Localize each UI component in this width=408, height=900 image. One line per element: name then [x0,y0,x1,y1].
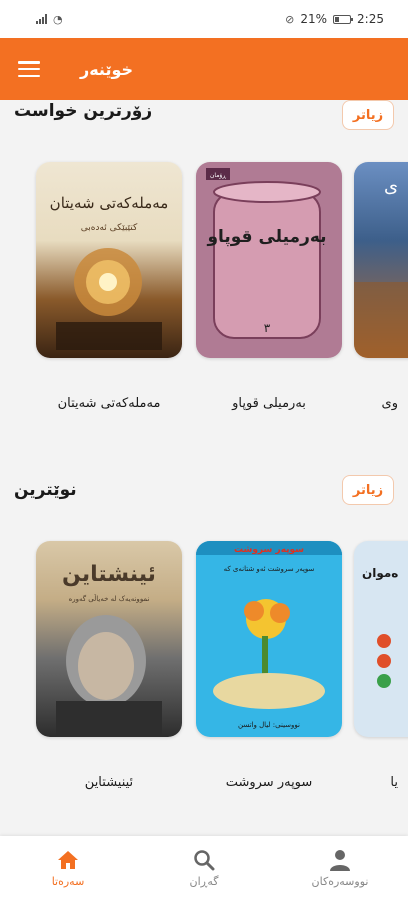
status-right: ⊘ 21% 2:25 [285,12,384,26]
book-card[interactable]: سوپەر سروشت سوپەر سروشت ئەو شتانەی کە نو… [196,541,342,737]
nav-label: سەرەتا [51,874,85,888]
cover-title: ی [384,176,398,197]
more-button[interactable]: زیاتر [342,475,394,505]
book-card[interactable]: ی [354,162,408,358]
book-cover[interactable]: ی [354,162,408,358]
cover-title: بەرمیلی قوپاو [206,227,326,247]
signal-icon [36,14,47,24]
cover-art: ئینشتاین نموونەیەک لە خەیاڵی گەورە [56,562,162,737]
cover-title: ەموان [362,566,398,581]
book-title[interactable]: ئینیشتاین [34,775,184,790]
book-title[interactable]: وی [318,396,398,411]
status-left: ◔ [36,13,63,26]
search-icon [194,849,215,870]
book-title[interactable]: مەملەکەتی شەیتان [34,396,184,411]
nav-item-home[interactable]: سەرەتا [8,849,128,888]
book-card[interactable]: ڕۆمان بەرمیلی قوپاو ٣ [196,162,342,358]
book-cover[interactable]: ئینشتاین نموونەیەک لە خەیاڵی گەورە [36,541,182,737]
clock: 2:25 [357,12,384,26]
book-cover[interactable]: ەموان [354,541,408,737]
cover-art: ڕۆمان بەرمیلی قوپاو ٣ [206,168,327,339]
nav-label: نووسەرەکان [311,874,369,888]
mute-icon: ⊘ [285,12,295,26]
book-title[interactable]: یا [318,775,398,790]
more-button[interactable]: زیاتر [342,100,394,130]
cover-art: ی [354,176,408,358]
section-header-newest: نوێترین زیاتر [0,474,408,510]
book-cover[interactable]: مەملەکەتی شەیتان کتێبێکی ئەدەبی [36,162,182,358]
cover-subtitle: نموونەیەک لە خەیاڵی گەورە [69,594,150,603]
wifi-icon: ◔ [53,12,63,26]
cover-title: سوپەر سروشت [234,545,304,555]
main-content[interactable]: زۆرترین خواست زیاتر مەملەکەتی شەیتان کتێ… [0,100,408,835]
cover-art: ەموان [362,566,398,688]
cover-author: نووسینی: لیال واتسن [238,721,300,729]
bottom-navigation: سەرەتا گەڕان نووسەرەکان [0,836,408,900]
hamburger-menu-icon[interactable] [18,61,40,77]
book-card[interactable]: مەملەکەتی شەیتان کتێبێکی ئەدەبی [36,162,182,358]
cover-badge: ڕۆمان [210,172,226,179]
section-title: نوێترین [14,480,77,500]
book-row-most-requested: مەملەکەتی شەیتان کتێبێکی ئەدەبی ڕۆمان بە… [0,162,408,411]
battery-icon [333,14,354,24]
section-title: زۆرترین خواست [14,101,153,121]
book-row-newest: ئینشتاین نموونەیەک لە خەیاڵی گەورە سوپەر… [0,541,408,790]
book-cover[interactable]: ڕۆمان بەرمیلی قوپاو ٣ [196,162,342,358]
cover-title: مەملەکەتی شەیتان [50,194,169,212]
home-icon [58,850,78,869]
cover-number: ٣ [264,321,271,335]
app-bar: خوێنەر [0,38,408,100]
battery-percent: 21% [300,12,328,26]
cover-subtitle: سوپەر سروشت ئەو شتانەی کە [224,565,315,573]
nav-item-search[interactable]: گەڕان [144,849,264,888]
app-title: خوێنەر [80,59,134,79]
nav-label: گەڕان [189,874,219,888]
cover-art: سوپەر سروشت سوپەر سروشت ئەو شتانەی کە نو… [196,541,342,729]
book-card[interactable]: ەموان [354,541,408,737]
person-icon [330,849,350,871]
nav-item-authors[interactable]: نووسەرەکان [280,849,400,888]
cover-author: کتێبێکی ئەدەبی [81,223,138,233]
status-bar: ◔ ⊘ 21% 2:25 [0,0,408,38]
section-header-most-requested: زۆرترین خواست زیاتر [0,100,408,136]
cover-title: ئینشتاین [62,562,156,587]
book-cover[interactable]: سوپەر سروشت سوپەر سروشت ئەو شتانەی کە نو… [196,541,342,737]
book-card[interactable]: ئینشتاین نموونەیەک لە خەیاڵی گەورە [36,541,182,737]
cover-art: مەملەکەتی شەیتان کتێبێکی ئەدەبی [50,194,169,350]
